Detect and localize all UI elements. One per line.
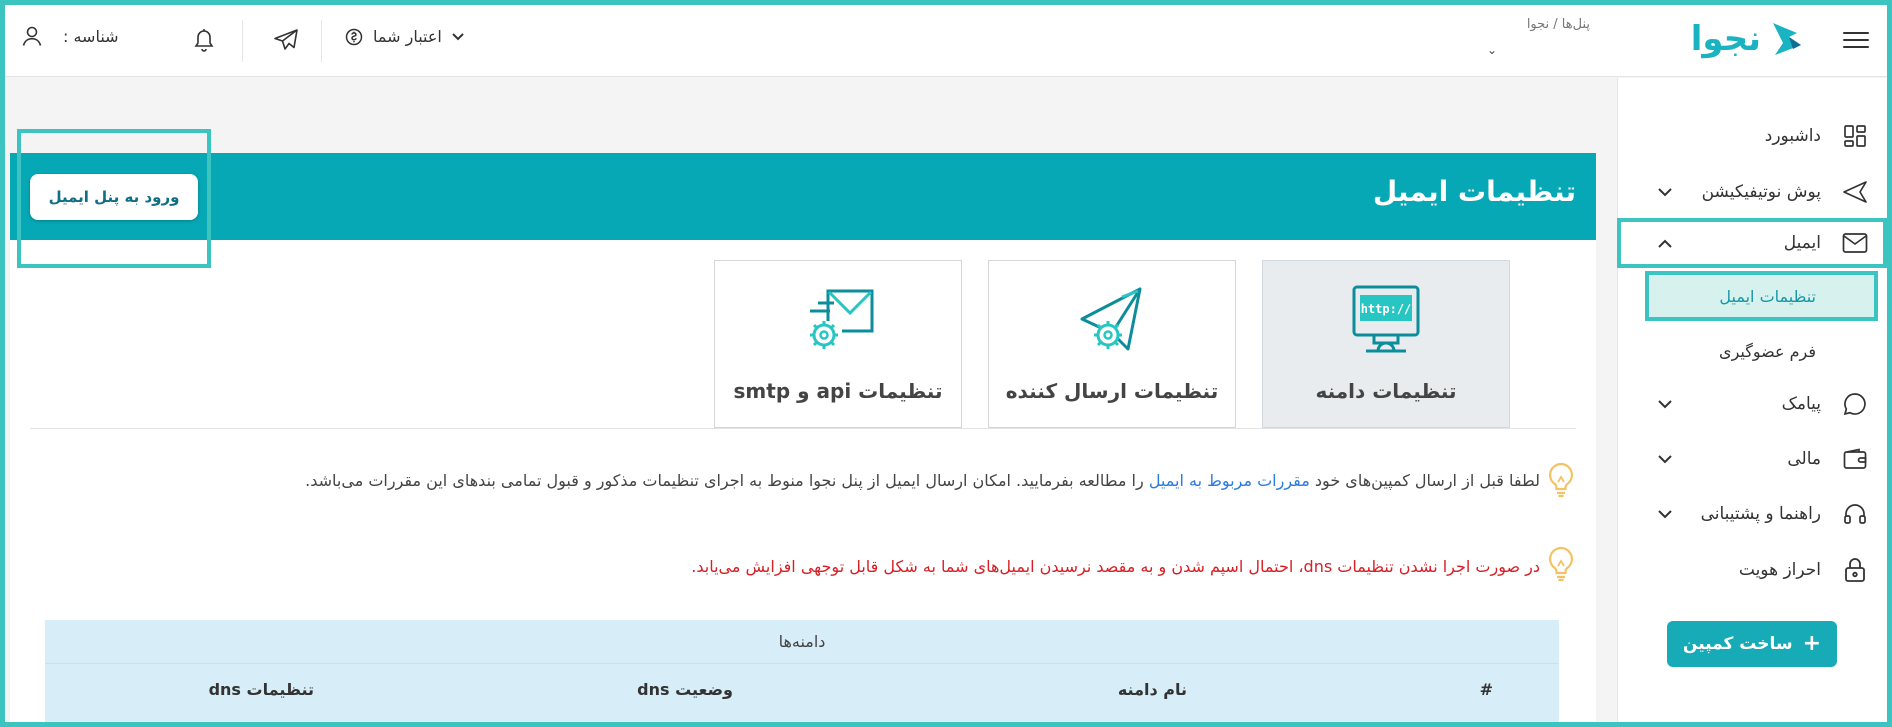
sidebar-item-finance[interactable]: مالی <box>1617 437 1887 481</box>
settings-card: http:// تنظیمات دامنه تنظیمات ارسال کنند… <box>10 240 1596 727</box>
send-icon <box>1841 178 1869 206</box>
logo-text: نجوا <box>1690 19 1762 59</box>
chevron-down-icon <box>452 32 464 40</box>
logo[interactable]: نجوا <box>1691 19 1807 59</box>
tile-label: تنظیمات api و smtp <box>733 379 943 403</box>
sidebar-item-email[interactable]: ایمیل <box>1617 218 1887 268</box>
table-header: تنظیمات dns <box>208 680 314 699</box>
dashboard-icon <box>1841 122 1869 150</box>
chat-icon <box>1841 390 1869 418</box>
sidebar-subitem-label: فرم عضوگیری <box>1719 341 1816 361</box>
profile-area[interactable]: شناسه : <box>21 25 119 47</box>
lock-icon <box>1841 556 1869 584</box>
profile-label: شناسه : <box>63 26 119 46</box>
domain-http-icon: http:// <box>1352 285 1420 353</box>
sidebar: داشبورد پوش نوتیفیکیشن ایمیل تنظیمات ایم… <box>1617 78 1887 722</box>
sidebar-subitem-email-settings[interactable]: تنظیمات ایمیل <box>1645 271 1878 321</box>
chevron-down-icon <box>1655 449 1675 469</box>
mail-icon <box>1841 229 1869 257</box>
lightbulb-icon <box>1549 462 1573 498</box>
page-title: تنظیمات ایمیل <box>1372 175 1576 208</box>
lightbulb-icon <box>1549 546 1573 582</box>
headset-icon <box>1841 500 1869 528</box>
chevron-up-icon <box>1655 233 1675 253</box>
sidebar-item-dashboard[interactable]: داشبورد <box>1617 114 1887 158</box>
svg-text:http://: http:// <box>1361 302 1412 316</box>
plus-icon: + <box>1802 631 1822 656</box>
coin-icon <box>345 28 363 45</box>
tile-sender-settings[interactable]: تنظیمات ارسال کننده <box>988 260 1236 428</box>
menu-toggle-icon[interactable] <box>1843 27 1869 53</box>
rules-notice-text-start: لطفا قبل از ارسال کمپین‌های خود <box>1309 471 1540 490</box>
email-panel-login-button[interactable]: ورود به پنل ایمیل <box>30 174 198 220</box>
sidebar-item-label: داشبورد <box>1764 126 1821 146</box>
table-header: نام دامنه <box>1117 680 1187 699</box>
user-icon <box>22 26 42 46</box>
chevron-down-icon <box>1655 394 1675 414</box>
email-rules-link[interactable]: مقررات مربوط به ایمیل <box>1149 471 1310 490</box>
rules-notice: لطفا قبل از ارسال کمپین‌های خود مقررات م… <box>220 466 1540 495</box>
tile-api-smtp-settings[interactable]: تنظیمات api و smtp <box>714 260 962 428</box>
chevron-down-icon <box>1655 182 1675 202</box>
create-campaign-label: ساخت کمپین <box>1682 634 1793 654</box>
sidebar-item-label: ایمیل <box>1783 233 1821 253</box>
credit-dropdown[interactable]: اعتبار شما <box>345 27 464 46</box>
divider <box>242 20 243 62</box>
sidebar-item-verification[interactable]: احراز هویت <box>1617 548 1887 592</box>
sidebar-item-label: راهنما و پشتیبانی <box>1700 504 1821 524</box>
sidebar-item-label: احراز هویت <box>1738 560 1821 580</box>
divider <box>30 428 1576 429</box>
table-header: وضعیت dns <box>637 680 733 699</box>
create-campaign-button[interactable]: + ساخت کمپین <box>1667 621 1837 667</box>
sidebar-item-label: پوش نوتیفیکیشن <box>1701 182 1821 202</box>
rules-notice-text-end: را مطالعه بفرمایید. امکان ارسال ایمیل از… <box>305 471 1149 490</box>
sidebar-item-label: پیامک <box>1781 394 1821 414</box>
table-header: # <box>1479 680 1493 699</box>
credit-label: اعتبار شما <box>373 27 442 46</box>
breadcrumb[interactable]: پنل‌ها / نجوا <box>1527 17 1590 32</box>
divider <box>321 20 322 62</box>
sidebar-subitem-label: تنظیمات ایمیل <box>1719 286 1816 306</box>
tile-domain-settings[interactable]: http:// تنظیمات دامنه <box>1262 260 1510 428</box>
sender-settings-icon <box>1080 287 1142 351</box>
top-bar: نجوا پنل‌ها / نجوا ⌄ شناسه : اعتبار شما <box>5 5 1887 77</box>
breadcrumb-chevron-icon[interactable]: ⌄ <box>1487 43 1497 57</box>
logo-mark-icon <box>1773 23 1801 55</box>
telegram-icon[interactable] <box>271 25 301 55</box>
tile-label: تنظیمات دامنه <box>1315 379 1457 403</box>
chevron-down-icon <box>1655 504 1675 524</box>
sidebar-item-label: مالی <box>1787 449 1821 469</box>
sidebar-item-push-notification[interactable]: پوش نوتیفیکیشن <box>1617 170 1887 214</box>
wallet-icon <box>1841 445 1869 473</box>
sidebar-item-support[interactable]: راهنما و پشتیبانی <box>1617 492 1887 536</box>
dns-warning: در صورت اجرا نشدن تنظیمات dns، احتمال اس… <box>691 557 1540 576</box>
notification-bell-icon[interactable] <box>189 25 219 55</box>
page-header-banner: تنظیمات ایمیل ورود به پنل ایمیل <box>10 153 1596 240</box>
tile-label: تنظیمات ارسال کننده <box>1005 379 1219 403</box>
sidebar-item-sms[interactable]: پیامک <box>1617 382 1887 426</box>
sidebar-subitem-signup-form[interactable]: فرم عضوگیری <box>1645 326 1878 376</box>
table-caption: دامنه‌ها <box>45 620 1559 664</box>
smtp-settings-icon <box>810 289 874 349</box>
domains-table: دامنه‌ها # نام دامنه وضعیت dns تنظیمات d… <box>45 620 1559 727</box>
